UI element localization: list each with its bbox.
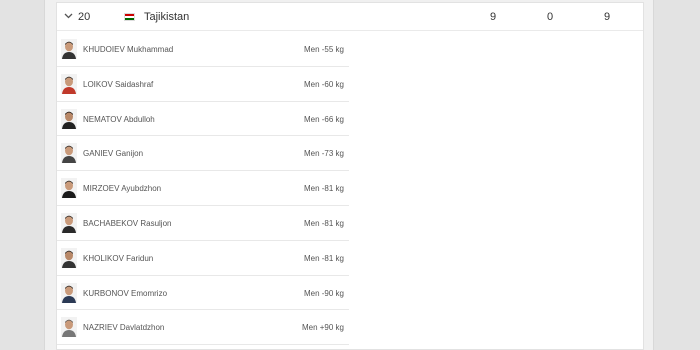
list-item[interactable]: GANIEV Ganijon Men -73 kg xyxy=(57,136,349,172)
athlete-name[interactable]: KHUDOIEV Mukhammad xyxy=(83,45,173,54)
chevron-down-icon[interactable] xyxy=(64,11,73,20)
athlete-name[interactable]: LOIKOV Saidashraf xyxy=(83,80,153,89)
athlete-weight-category: Men +90 kg xyxy=(301,323,344,333)
avatar xyxy=(61,39,77,59)
list-item[interactable]: NEMATOV Abdulloh Men -66 kg xyxy=(57,102,349,137)
athlete-name[interactable]: KHOLIKOV Faridun xyxy=(83,254,153,263)
avatar xyxy=(61,247,77,268)
list-item[interactable]: KHOLIKOV Faridun Men -81 kg xyxy=(57,241,349,276)
athlete-weight-category: Men -60 kg xyxy=(303,79,344,89)
results-panel: 20 Tajikistan 9 0 9 KHUDOIEV Mukhammad M… xyxy=(44,0,654,350)
country-stat-1: 9 xyxy=(489,11,497,23)
avatar xyxy=(61,73,77,94)
country-rank: 20 xyxy=(78,11,91,23)
list-item[interactable]: BACHABEKOV Rasuljon Men -81 kg xyxy=(57,206,349,241)
list-item[interactable]: LOIKOV Saidashraf Men -60 kg xyxy=(57,67,349,102)
tajikistan-flag-icon xyxy=(124,13,135,21)
list-item[interactable]: KHUDOIEV Mukhammad Men -55 kg xyxy=(57,32,349,67)
avatar xyxy=(61,282,77,303)
avatar xyxy=(61,212,77,233)
country-stat-2: 0 xyxy=(546,11,554,23)
athlete-name[interactable]: NAZRIEV Davlatdzhon xyxy=(83,323,164,332)
athlete-weight-category: Men -90 kg xyxy=(303,288,344,298)
country-name: Tajikistan xyxy=(144,11,190,23)
country-stat-3: 9 xyxy=(603,11,611,23)
avatar xyxy=(61,108,77,129)
athlete-weight-category: Men -81 kg xyxy=(303,184,344,194)
athlete-name[interactable]: MIRZOEV Ayubdzhon xyxy=(83,184,161,193)
country-row[interactable]: 20 Tajikistan 9 0 9 xyxy=(57,3,643,31)
athlete-list: KHUDOIEV Mukhammad Men -55 kg LOIKOV Sai… xyxy=(57,32,349,346)
list-item[interactable]: NAZRIEV Davlatdzhon Men +90 kg xyxy=(57,310,349,346)
athlete-weight-category: Men -66 kg xyxy=(303,114,344,124)
athlete-name[interactable]: KURBONOV Emomrizo xyxy=(83,289,167,298)
avatar xyxy=(61,178,77,199)
athlete-name[interactable]: NEMATOV Abdulloh xyxy=(83,115,155,124)
athlete-weight-category: Men -55 kg xyxy=(303,45,344,54)
athlete-weight-category: Men -81 kg xyxy=(303,253,344,263)
avatar xyxy=(61,317,77,338)
list-item[interactable]: KURBONOV Emomrizo Men -90 kg xyxy=(57,276,349,311)
avatar xyxy=(61,143,77,164)
athlete-weight-category: Men -81 kg xyxy=(303,218,344,228)
list-item[interactable]: MIRZOEV Ayubdzhon Men -81 kg xyxy=(57,171,349,206)
athlete-name[interactable]: BACHABEKOV Rasuljon xyxy=(83,219,171,228)
country-card: 20 Tajikistan 9 0 9 KHUDOIEV Mukhammad M… xyxy=(56,2,644,350)
athlete-name[interactable]: GANIEV Ganijon xyxy=(83,149,143,158)
athlete-weight-category: Men -73 kg xyxy=(303,149,344,159)
